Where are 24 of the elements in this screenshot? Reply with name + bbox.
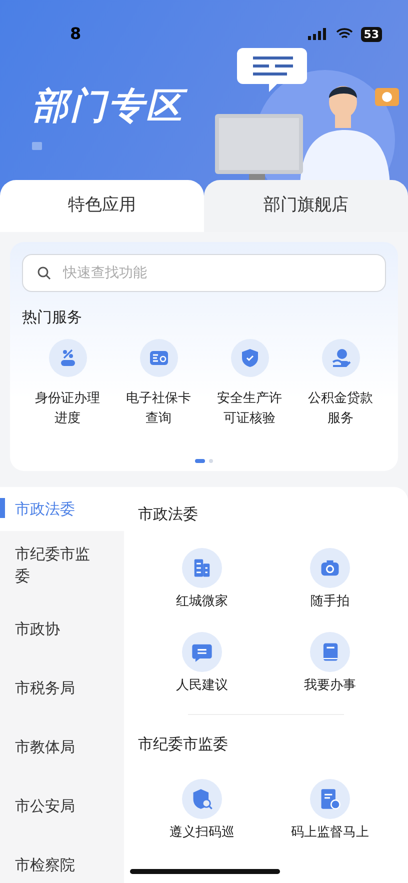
banner-title: 部门专区 xyxy=(32,80,408,134)
app-item[interactable]: 码上监督马上 xyxy=(266,778,394,844)
signal-icon xyxy=(308,28,328,40)
wifi-icon xyxy=(336,28,353,40)
section-title: 市政法委 xyxy=(138,504,199,525)
service-item[interactable]: 电子社保卡查询 xyxy=(124,338,192,429)
service-item[interactable]: 安全生产许可证核验 xyxy=(216,338,284,429)
app-item[interactable]: 随手拍 xyxy=(266,547,394,613)
section-title: 热门服务 xyxy=(22,307,83,328)
hand-coin-icon xyxy=(330,346,352,368)
app-item[interactable]: 遵义扫码巡 xyxy=(138,778,266,844)
status-time: 8 xyxy=(70,23,82,45)
battery-indicator: 53 xyxy=(360,26,382,42)
app-item[interactable]: 红城微家 xyxy=(138,547,266,613)
page-dot[interactable] xyxy=(209,458,213,463)
tab[interactable]: 特色应用 xyxy=(0,180,204,232)
app-item[interactable]: 人民建议 xyxy=(138,630,266,696)
app-item[interactable]: 我要办事 xyxy=(266,630,394,696)
tab[interactable]: 部门旗舰店 xyxy=(204,180,408,232)
badge-icon xyxy=(32,142,42,150)
service-item[interactable]: 身份证办理进度 xyxy=(34,338,102,429)
service-item[interactable]: 公积金贷款服务 xyxy=(306,338,374,429)
sidebar-item[interactable]: 市政法委 xyxy=(0,486,124,531)
section-title: 市纪委市监委 xyxy=(138,734,229,756)
